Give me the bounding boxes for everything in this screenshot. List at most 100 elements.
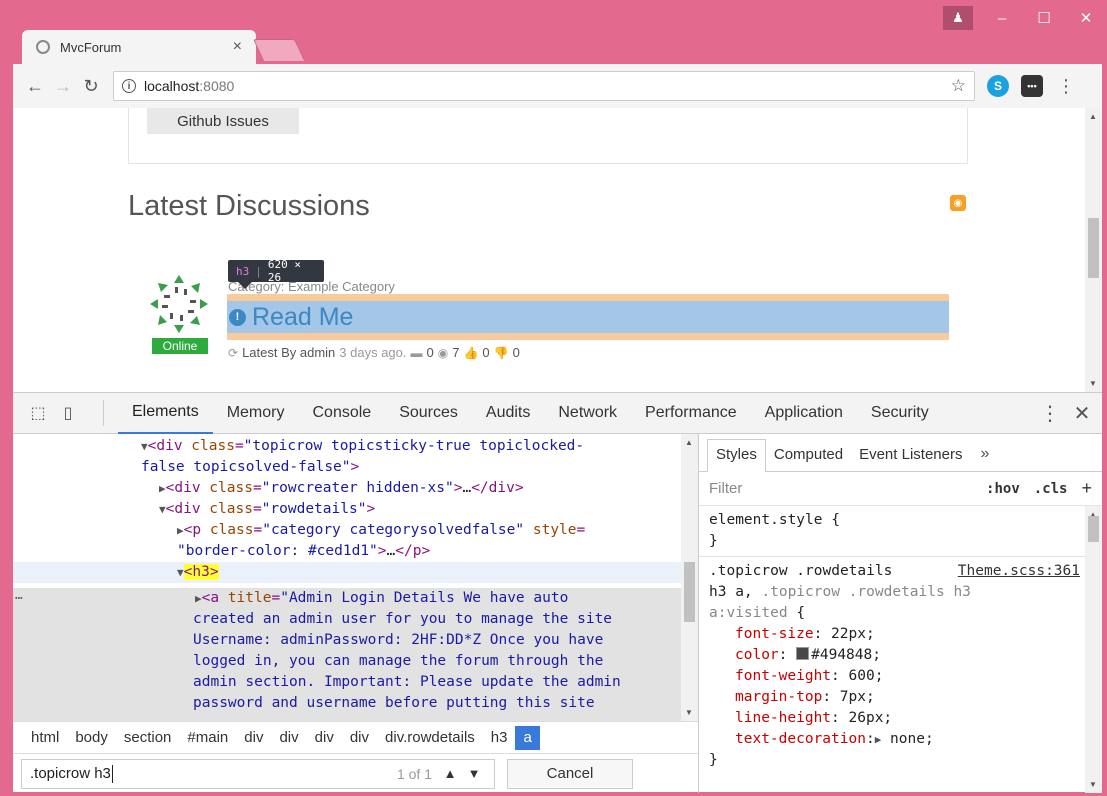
dom-node-topicrow[interactable]: ▼<div class="topicrow topicsticky-true t… — [13, 436, 681, 457]
back-icon[interactable]: ← — [21, 72, 49, 100]
dom-node-anchor-cont: logged in, you can manage the forum thro… — [193, 653, 604, 669]
dom-node-anchor-cont: admin section. Important: Please update … — [193, 674, 621, 690]
css-prop-text-decoration[interactable]: text-decoration:▶ none; — [709, 729, 1092, 750]
dom-node-rowcreater[interactable]: ▶<div class="rowcreater hidden-xs">…</di… — [13, 478, 681, 499]
tab-console[interactable]: Console — [298, 393, 385, 434]
breadcrumb-div[interactable]: div — [236, 726, 271, 750]
search-prev-icon[interactable]: ▲ — [438, 762, 462, 786]
scroll-down-icon[interactable]: ▼ — [685, 708, 693, 717]
dom-node-h3[interactable]: ▼<h3> — [13, 562, 681, 583]
tab-styles[interactable]: Styles — [707, 439, 766, 472]
expand-shorthand-icon[interactable]: ▶ — [875, 733, 882, 746]
page-scrollbar[interactable]: ▲ ▼ — [1085, 108, 1102, 392]
breadcrumb-body[interactable]: body — [67, 726, 116, 750]
tab-memory[interactable]: Memory — [213, 393, 299, 434]
styles-filter-input[interactable]: Filter — [709, 480, 742, 497]
minimize-button[interactable]: – — [981, 4, 1023, 32]
device-toolbar-icon[interactable]: ▯ — [53, 398, 83, 428]
tab-performance[interactable]: Performance — [631, 393, 751, 434]
expand-icon[interactable]: ▶ — [159, 482, 166, 495]
dom-node-rowdetails[interactable]: ▼<div class="rowdetails"> — [13, 499, 681, 520]
info-icon[interactable]: i — [122, 79, 136, 93]
rss-icon[interactable]: ◉ — [950, 195, 966, 211]
css-prop-line-height[interactable]: line-height: 26px; — [709, 708, 1092, 729]
dom-search-input[interactable]: .topicrow h3 1 of 1 ▲ ▼ — [21, 758, 495, 789]
forward-icon[interactable]: → — [49, 72, 77, 100]
latest-time: 3 days ago. — [339, 345, 407, 360]
css-prop-font-weight[interactable]: font-weight: 600; — [709, 666, 1092, 687]
breadcrumb-div[interactable]: div — [271, 726, 306, 750]
breadcrumb-div[interactable]: div — [307, 726, 342, 750]
scroll-up-icon[interactable]: ▲ — [1089, 112, 1097, 121]
tab-network[interactable]: Network — [544, 393, 631, 434]
elements-scrollbar[interactable]: ▲ ▼ — [681, 434, 698, 721]
elements-scroll-thumb[interactable] — [684, 562, 695, 622]
dom-node-category[interactable]: ▶<p class="category categorysolvedfalse"… — [13, 520, 681, 541]
styles-scrollbar[interactable]: ▲ ▼ — [1085, 506, 1102, 793]
tab-sources[interactable]: Sources — [385, 393, 472, 434]
browser-tab[interactable]: MvcForum × — [22, 30, 256, 64]
breadcrumb-html[interactable]: html — [23, 726, 67, 750]
collapse-icon[interactable]: ▼ — [141, 440, 148, 453]
styles-pane: Styles Computed Event Listeners » Filter… — [698, 434, 1102, 793]
css-prop-color[interactable]: color: #494848; — [709, 645, 1092, 666]
styles-scroll-thumb[interactable] — [1088, 516, 1099, 542]
profile-icon[interactable]: ♟ — [943, 6, 973, 30]
rule-source-link[interactable]: Theme.scss:361 — [958, 561, 1080, 582]
github-issues-button[interactable]: Github Issues — [147, 108, 299, 134]
devtools-menu-icon[interactable]: ⋮ — [1038, 401, 1062, 426]
maximize-button[interactable]: ☐ — [1023, 4, 1065, 32]
url-host: localhost — [144, 78, 200, 94]
reload-icon[interactable]: ↻ — [77, 72, 105, 100]
tab-audits[interactable]: Audits — [472, 393, 544, 434]
tab-event-listeners[interactable]: Event Listeners — [851, 446, 970, 471]
expand-icon[interactable]: ▶ — [177, 524, 184, 537]
css-prop-font-size[interactable]: font-size: 22px; — [709, 624, 1092, 645]
tab-elements[interactable]: Elements — [118, 393, 213, 434]
scroll-down-icon[interactable]: ▼ — [1089, 780, 1097, 789]
tab-application[interactable]: Application — [751, 393, 857, 434]
expand-icon[interactable]: ▶ — [195, 592, 202, 605]
eye-icon: ◉ — [437, 345, 449, 360]
breadcrumb-section[interactable]: section — [116, 726, 180, 750]
search-next-icon[interactable]: ▼ — [462, 762, 486, 786]
breadcrumb-main[interactable]: #main — [179, 726, 236, 750]
class-toggle-button[interactable]: .cls — [1034, 481, 1068, 497]
new-rule-icon[interactable]: + — [1081, 478, 1092, 499]
css-rule[interactable]: Theme.scss:361 .topicrow .rowdetails h3 … — [699, 556, 1102, 775]
inspect-element-icon[interactable]: ⬚ — [23, 398, 53, 428]
element-style-rule[interactable]: element.style { } — [699, 506, 1102, 556]
cancel-button[interactable]: Cancel — [507, 758, 633, 789]
topic-title[interactable]: Read Me — [252, 303, 353, 332]
scroll-up-icon[interactable]: ▲ — [685, 438, 693, 447]
tab-security[interactable]: Security — [857, 393, 943, 434]
hover-state-button[interactable]: :hov — [986, 481, 1020, 497]
dom-node-anchor[interactable]: ▶<a title="Admin Login Details We have a… — [13, 588, 681, 609]
page-scroll-thumb[interactable] — [1088, 218, 1099, 278]
devtools-close-icon[interactable]: ✕ — [1062, 401, 1102, 426]
scroll-down-icon[interactable]: ▼ — [1089, 379, 1097, 388]
breadcrumb-h3[interactable]: h3 — [483, 726, 516, 750]
collapse-icon[interactable]: ▼ — [177, 566, 184, 579]
tab-close-button[interactable]: × — [233, 38, 242, 56]
collapse-icon[interactable]: ▼ — [159, 503, 166, 516]
browser-toolbar: ← → ↻ i localhost:8080 ☆ S ••• ⋮ — [13, 64, 1102, 108]
breadcrumb-rowdetails[interactable]: div.rowdetails — [377, 726, 483, 750]
breadcrumb-div[interactable]: div — [342, 726, 377, 750]
skype-extension-icon[interactable]: S — [987, 75, 1009, 97]
new-tab-button[interactable] — [252, 39, 306, 61]
breadcrumb-a[interactable]: a — [515, 725, 540, 750]
tab-computed[interactable]: Computed — [766, 446, 851, 471]
latest-by[interactable]: Latest By admin — [242, 345, 335, 360]
color-swatch[interactable] — [796, 647, 810, 660]
bookmark-star-icon[interactable]: ☆ — [951, 76, 966, 96]
topic-title-highlight[interactable]: ! Read Me — [227, 301, 949, 333]
browser-menu-icon[interactable]: ⋮ — [1057, 76, 1075, 97]
address-bar[interactable]: i localhost:8080 ☆ — [113, 71, 975, 101]
css-prop-margin-top[interactable]: margin-top: 7px; — [709, 687, 1092, 708]
close-window-button[interactable]: ✕ — [1065, 4, 1107, 32]
extension-icon[interactable]: ••• — [1021, 75, 1043, 97]
more-tabs-icon[interactable]: » — [970, 445, 999, 471]
devtools-panel: ⬚ ▯ Elements Memory Console Sources Audi… — [13, 392, 1102, 793]
tooltip-separator: | — [255, 264, 262, 278]
